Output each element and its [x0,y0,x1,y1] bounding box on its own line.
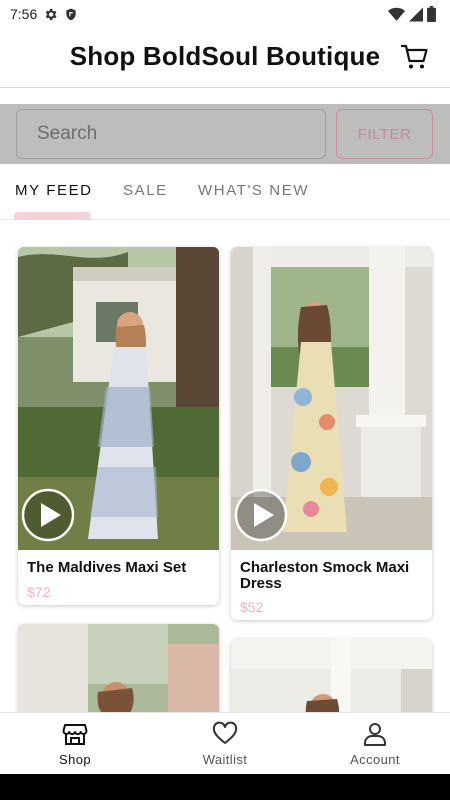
system-navigation-bar [0,774,450,800]
play-video-icon[interactable] [21,488,75,542]
heart-icon [212,721,238,744]
app-header: Shop BoldSoul Boutique [0,28,450,88]
product-name: The Maldives Maxi Set [27,559,187,576]
bottom-navigation: Shop Waitlist Account [0,712,450,774]
filter-label: FILTER [357,125,412,143]
nav-waitlist[interactable]: Waitlist [150,713,300,775]
cart-button[interactable] [400,42,430,72]
tab-sale[interactable]: SALE [123,182,168,199]
product-card[interactable]: Charleston Smock Maxi Dress $52 [231,247,432,620]
nav-shop-label: Shop [59,752,91,767]
wifi-icon [388,7,405,21]
person-icon [364,723,386,746]
nav-account[interactable]: Account [300,713,450,775]
shield-icon [66,8,76,20]
search-input[interactable]: Search [16,109,326,159]
play-video-icon[interactable] [234,488,288,542]
settings-gear-icon [46,8,57,20]
product-price: $72 [27,584,51,600]
filter-button[interactable]: FILTER [336,109,433,159]
tab-whats-new[interactable]: WHAT'S NEW [198,182,309,199]
shopping-cart-icon [400,44,428,69]
nav-account-label: Account [350,752,400,767]
product-card[interactable]: The Maldives Maxi Set $72 [18,247,219,605]
battery-icon [427,6,436,22]
product-price: $52 [240,599,264,615]
search-placeholder: Search [37,123,98,144]
status-time: 7:56 [10,6,38,22]
page-title: Shop BoldSoul Boutique [69,41,381,71]
active-tab-indicator [14,212,91,220]
cell-signal-icon [409,7,423,21]
nav-waitlist-label: Waitlist [202,752,248,767]
search-bar-area: Search FILTER [0,104,450,164]
tab-my-feed[interactable]: MY FEED [15,182,93,199]
product-name: Charleston Smock Maxi Dress [240,559,410,592]
status-bar: 7:56 [0,0,450,28]
nav-shop[interactable]: Shop [0,713,150,775]
feed-tabs: MY FEED SALE WHAT'S NEW [0,164,450,220]
storefront-icon [62,724,88,745]
